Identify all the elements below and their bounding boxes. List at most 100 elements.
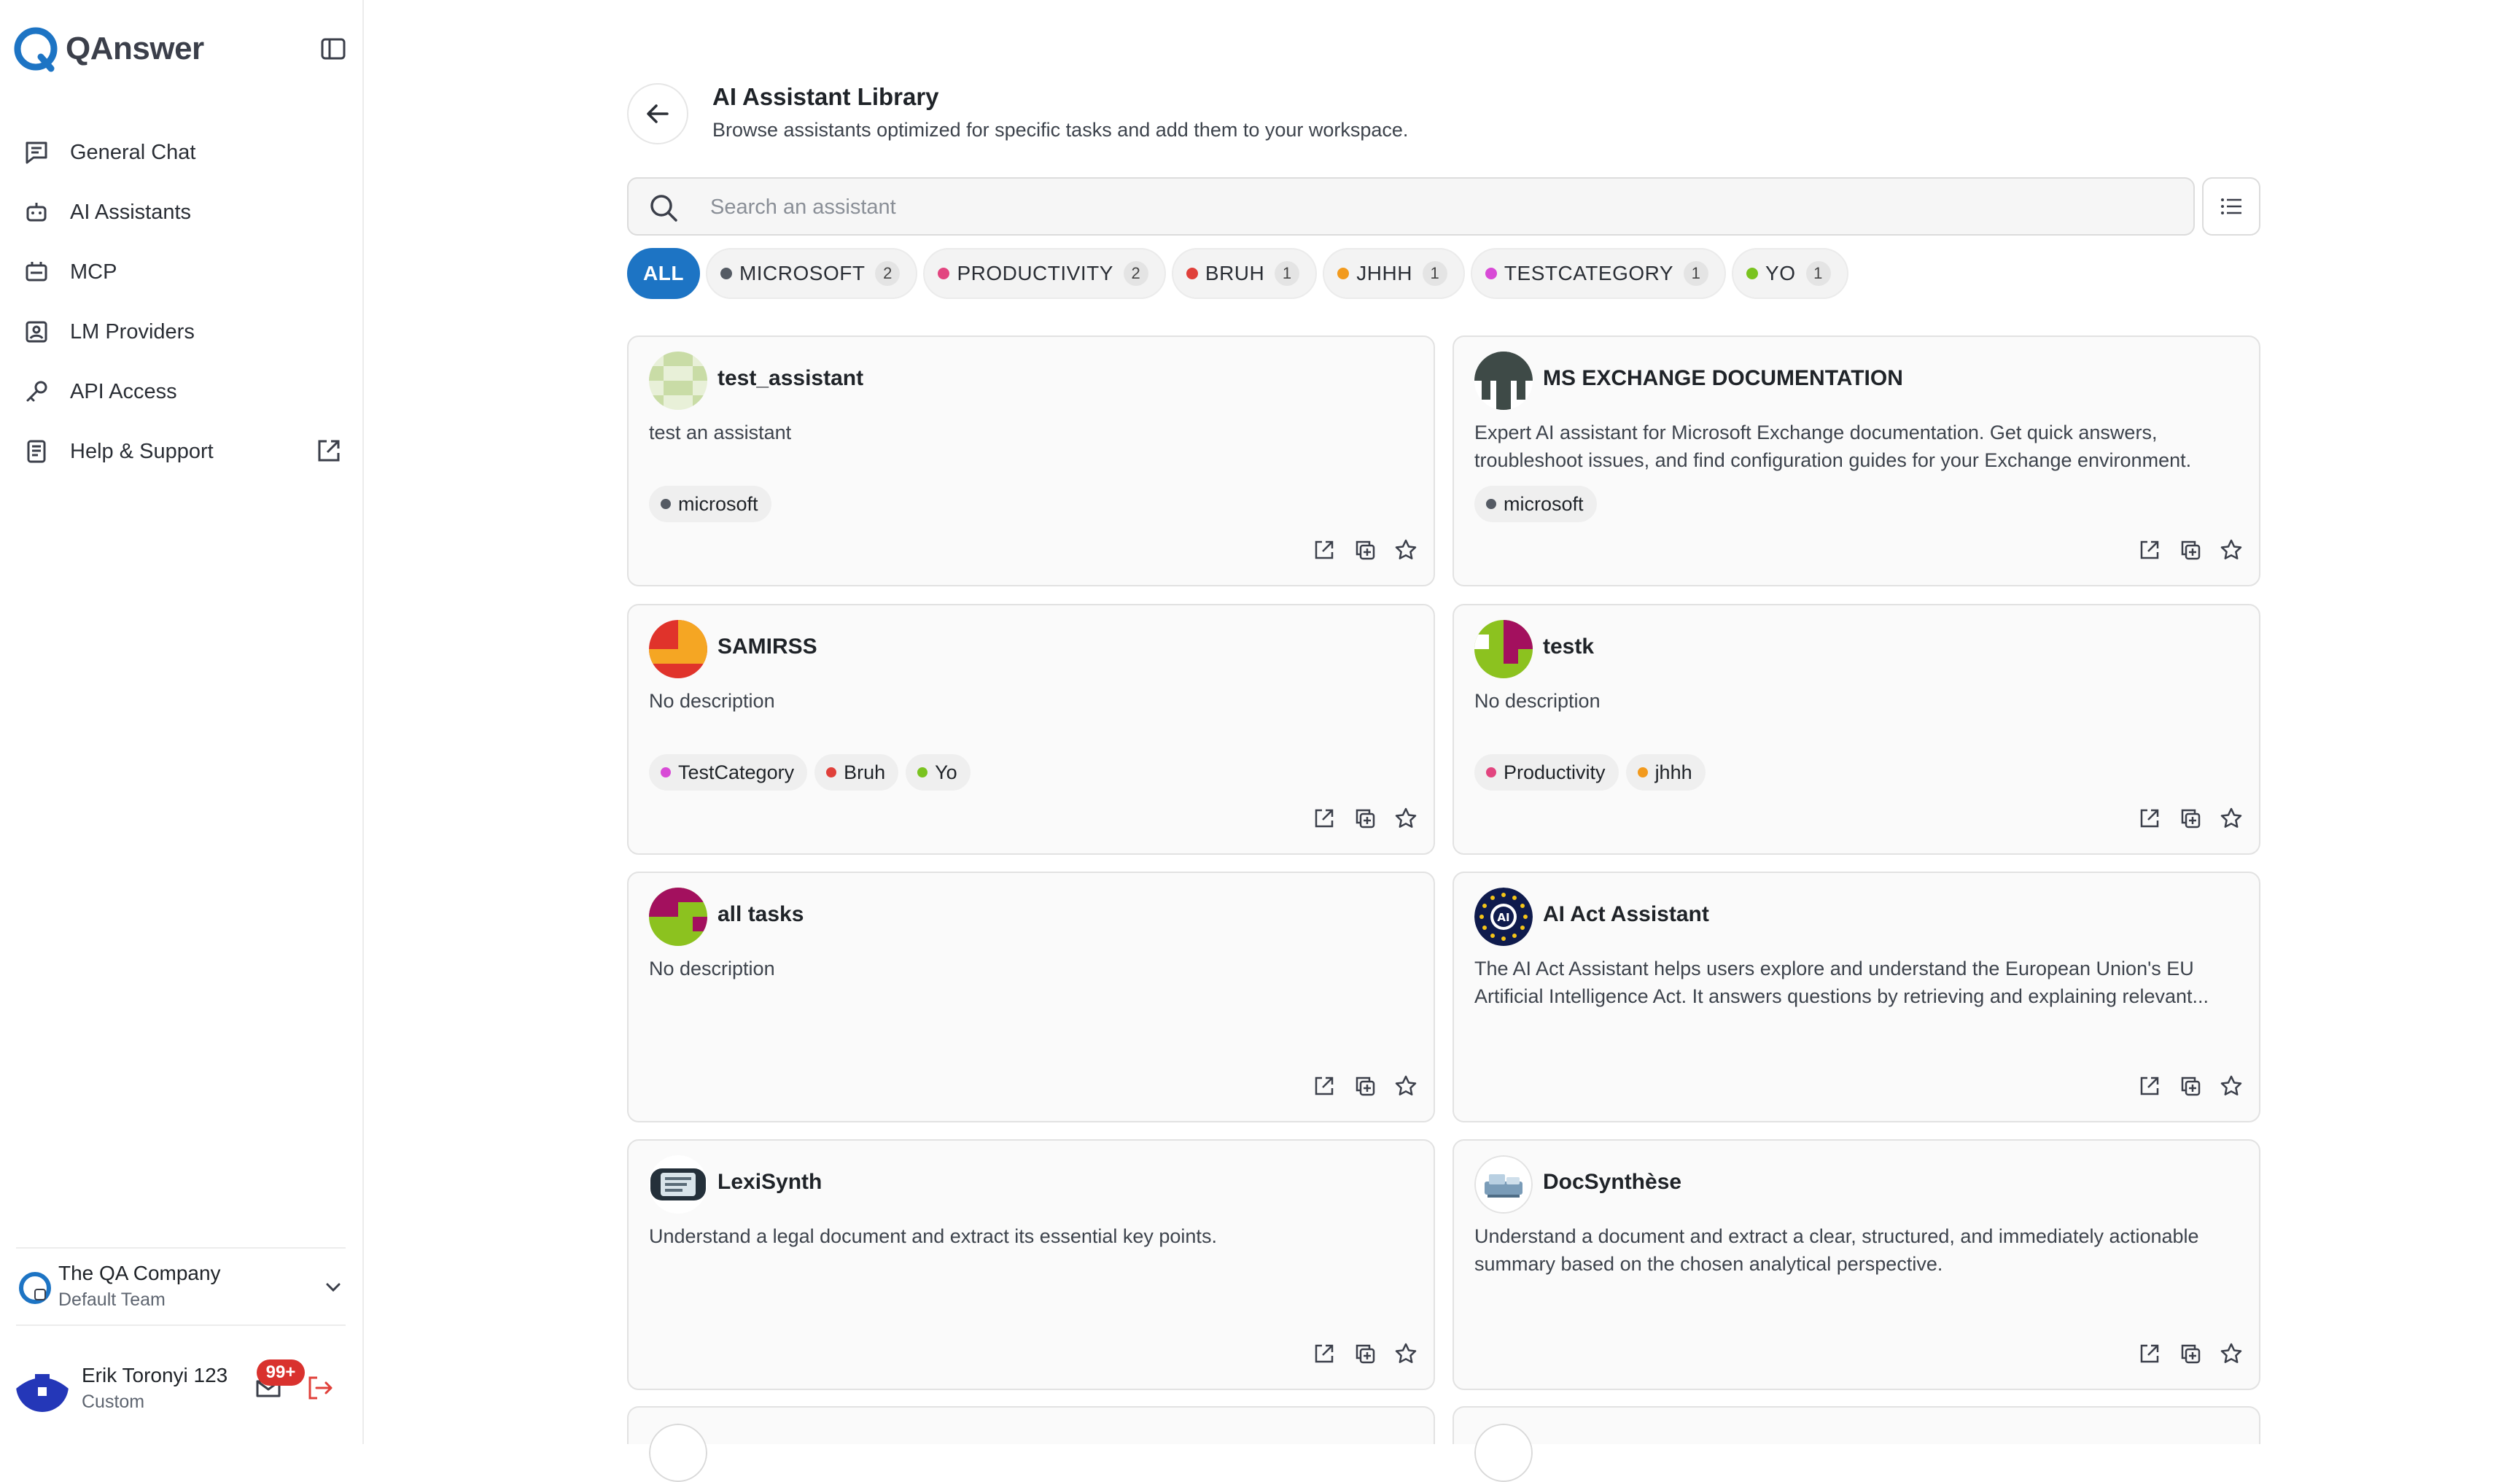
open-external-icon[interactable] (2136, 805, 2163, 831)
favorite-star-icon[interactable] (2218, 537, 2244, 563)
collapse-sidebar-button[interactable] (319, 35, 347, 63)
assistant-card[interactable]: MS EXCHANGE DOCUMENTATION Expert AI assi… (1452, 335, 2260, 586)
assistant-avatar (1474, 1424, 1533, 1482)
favorite-star-icon[interactable] (2218, 1341, 2244, 1367)
filter-chip-bruh[interactable]: BRUH 1 (1171, 248, 1318, 299)
open-external-icon[interactable] (1311, 537, 1337, 563)
filter-chip-productivity[interactable]: PRODUCTIVITY 2 (923, 248, 1166, 299)
favorite-star-icon[interactable] (1393, 805, 1419, 831)
filter-chip-jhhh[interactable]: JHHH 1 (1323, 248, 1465, 299)
sidebar-item-ai-assistants[interactable]: AI Assistants (22, 182, 343, 242)
external-link-icon[interactable] (315, 437, 343, 470)
filter-label: MICROSOFT (739, 262, 866, 284)
duplicate-icon[interactable] (2177, 805, 2204, 831)
assistant-card[interactable]: testk No description Productivity jhhh (1452, 604, 2260, 855)
filter-count: 1 (1684, 261, 1709, 286)
tag-label: microsoft (678, 492, 758, 515)
assistant-card[interactable]: test_assistant test an assistant microso… (627, 335, 1435, 586)
assistant-description: Understand a document and extract a clea… (1474, 1225, 2199, 1275)
filter-chip-all[interactable]: ALL (627, 248, 700, 299)
card-actions (1311, 1073, 1419, 1099)
assistant-card-partial[interactable] (627, 1406, 1435, 1482)
assistant-card-partial[interactable] (1452, 1406, 2260, 1482)
filter-label: PRODUCTIVITY (957, 262, 1113, 284)
open-external-icon[interactable] (2136, 1073, 2163, 1099)
card-actions (1311, 537, 1419, 563)
brand[interactable]: QAnswer (12, 25, 204, 73)
category-dot (917, 767, 928, 777)
tag-label: microsoft (1504, 492, 1584, 515)
open-external-icon[interactable] (2136, 1341, 2163, 1367)
assistant-tags: TestCategory Bruh Yo (649, 754, 971, 791)
category-tag: microsoft (649, 486, 771, 522)
filter-chip-microsoft[interactable]: MICROSOFT 2 (705, 248, 918, 299)
category-dot (938, 268, 950, 279)
team-switcher[interactable]: The QA Company Default Team (16, 1247, 346, 1326)
key-icon (22, 377, 51, 406)
page-subtitle: Browse assistants optimized for specific… (712, 119, 1409, 141)
category-dot (1186, 268, 1198, 279)
notification-badge: 99+ (257, 1359, 305, 1386)
duplicate-icon[interactable] (1352, 805, 1378, 831)
sidebar-item-api-access[interactable]: API Access (22, 362, 343, 422)
category-dot (720, 268, 732, 279)
tag-label: Yo (935, 761, 957, 783)
duplicate-icon[interactable] (1352, 537, 1378, 563)
favorite-star-icon[interactable] (2218, 1073, 2244, 1099)
duplicate-icon[interactable] (2177, 537, 2204, 563)
category-dot (1486, 767, 1496, 777)
open-external-icon[interactable] (2136, 537, 2163, 563)
assistant-tags: Productivity jhhh (1474, 754, 1706, 791)
category-tag: Yo (906, 754, 971, 791)
assistant-card[interactable]: LexiSynth Understand a legal document an… (627, 1139, 1435, 1390)
open-external-icon[interactable] (1311, 805, 1337, 831)
filter-chip-yo[interactable]: YO 1 (1732, 248, 1848, 299)
duplicate-icon[interactable] (2177, 1341, 2204, 1367)
provider-icon (22, 317, 51, 346)
open-external-icon[interactable] (1311, 1341, 1337, 1367)
assistant-card[interactable]: all tasks No description (627, 872, 1435, 1122)
sidebar-item-mcp[interactable]: MCP (22, 242, 343, 302)
assistant-avatar (1474, 1155, 1533, 1214)
assistant-name: AI Act Assistant (1543, 902, 1709, 926)
back-button[interactable] (627, 83, 688, 144)
category-dot (661, 767, 671, 777)
assistant-description: Expert AI assistant for Microsoft Exchan… (1474, 422, 2192, 471)
filter-label: YO (1765, 262, 1796, 284)
category-dot (1486, 499, 1496, 509)
favorite-star-icon[interactable] (1393, 1341, 1419, 1367)
duplicate-icon[interactable] (2177, 1073, 2204, 1099)
logout-icon[interactable] (305, 1373, 335, 1407)
sidebar-item-general-chat[interactable]: General Chat (22, 123, 343, 182)
sidebar-item-label: Help & Support (70, 439, 214, 463)
sidebar-item-help-support[interactable]: Help & Support (22, 422, 343, 481)
duplicate-icon[interactable] (1352, 1073, 1378, 1099)
search-input[interactable] (709, 187, 2141, 227)
duplicate-icon[interactable] (1352, 1341, 1378, 1367)
assistant-name: SAMIRSS (718, 635, 817, 659)
assistant-card[interactable]: AI AI Act Assistant The AI Act Assistant… (1452, 872, 2260, 1122)
category-tag: Bruh (814, 754, 899, 791)
filter-label: BRUH (1205, 262, 1265, 284)
assistant-card[interactable]: DocSynthèse Understand a document and ex… (1452, 1139, 2260, 1390)
filter-chip-testcategory[interactable]: TESTCATEGORY 1 (1470, 248, 1727, 299)
favorite-star-icon[interactable] (1393, 1073, 1419, 1099)
open-external-icon[interactable] (1311, 1073, 1337, 1099)
assistant-card[interactable]: SAMIRSS No description TestCategory Bruh… (627, 604, 1435, 855)
assistant-name: test_assistant (718, 366, 864, 390)
category-dot (1637, 767, 1648, 777)
page-title: AI Assistant Library (712, 83, 939, 110)
favorite-star-icon[interactable] (1393, 537, 1419, 563)
favorite-star-icon[interactable] (2218, 805, 2244, 831)
user-profile[interactable]: Erik Toronyi 123 Custom 99+ (16, 1357, 346, 1422)
assistant-description: test an assistant (649, 422, 792, 443)
category-tag: microsoft (1474, 486, 1597, 522)
card-actions (2136, 537, 2244, 563)
sidebar: QAnswer General Chat AI Assistants MCP L… (0, 0, 364, 1444)
assistant-name: DocSynthèse (1543, 1170, 1682, 1194)
sidebar-item-lm-providers[interactable]: LM Providers (22, 302, 343, 362)
list-view-button[interactable] (2202, 177, 2260, 236)
assistant-avatar (649, 620, 707, 678)
assistant-description: No description (649, 690, 775, 712)
filter-count: 2 (875, 261, 901, 286)
